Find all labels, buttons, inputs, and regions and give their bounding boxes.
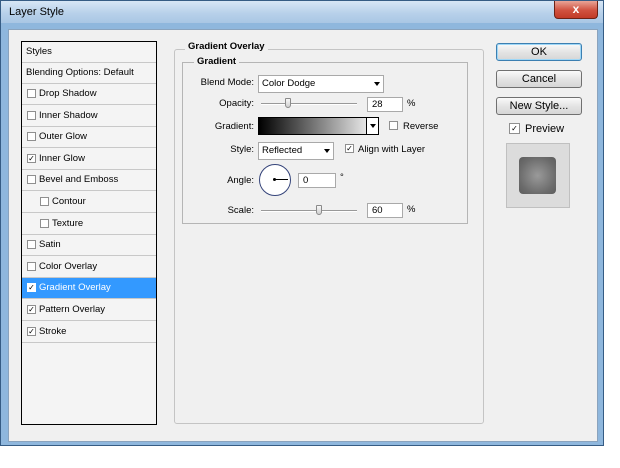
style-item-label: Stroke — [39, 325, 67, 337]
close-button[interactable]: x — [554, 1, 598, 19]
blending-options-label: Blending Options: Default — [26, 67, 134, 78]
style-item-label: Gradient Overlay — [39, 282, 111, 294]
style-item-label: Pattern Overlay — [39, 304, 105, 315]
opacity-slider-track[interactable] — [261, 103, 357, 105]
style-item-checkbox[interactable] — [27, 110, 36, 120]
title-bar[interactable]: Layer Style x — [1, 1, 603, 23]
style-item-label: Inner Glow — [39, 152, 85, 164]
style-item-checkbox[interactable]: ✓ — [27, 153, 36, 163]
style-item-bevel-and-emboss[interactable]: Bevel and Emboss — [22, 170, 156, 192]
style-item-checkbox[interactable]: ✓ — [27, 305, 36, 314]
style-item-satin[interactable]: Satin — [22, 235, 156, 257]
style-item-pattern-overlay[interactable]: ✓ Pattern Overlay — [22, 300, 156, 321]
style-item-label: Satin — [39, 239, 61, 251]
chevron-down-icon — [369, 124, 376, 128]
style-item-label: Drop Shadow — [39, 88, 97, 99]
preview-label: Preview — [525, 123, 565, 135]
scale-unit: % — [407, 204, 416, 215]
style-item-inner-glow[interactable]: ✓ Inner Glow — [22, 149, 156, 170]
preview-thumbnail — [519, 157, 556, 194]
style-item-checkbox[interactable]: ✓ — [27, 283, 36, 293]
style-item-checkbox[interactable] — [40, 197, 49, 206]
style-item-label: Bevel and Emboss — [39, 174, 119, 186]
opacity-unit: % — [407, 98, 416, 109]
styles-header[interactable]: Styles — [22, 42, 156, 63]
opacity-label: Opacity: — [219, 98, 254, 109]
style-item-label: Inner Shadow — [39, 109, 98, 121]
gradient-group-title: Gradient — [194, 56, 240, 67]
style-item-color-overlay[interactable]: Color Overlay — [22, 257, 156, 278]
style-item-label: Texture — [52, 217, 84, 229]
angle-label: Angle: — [227, 175, 254, 186]
style-item-checkbox[interactable] — [40, 218, 49, 228]
opacity-input[interactable]: 28 — [367, 97, 403, 112]
scale-label: Scale: — [227, 205, 254, 216]
style-item-checkbox[interactable] — [27, 175, 36, 185]
blending-options-item[interactable]: Blending Options: Default — [22, 63, 156, 84]
style-item-label: Outer Glow — [39, 131, 88, 143]
style-item-gradient-overlay[interactable]: ✓ Gradient Overlay — [22, 278, 156, 300]
style-dropdown[interactable]: Reflected — [258, 142, 334, 160]
styles-list: Styles Blending Options: Default Drop Sh… — [21, 41, 157, 425]
angle-center-dot — [273, 178, 276, 181]
scale-slider-track[interactable] — [261, 210, 357, 212]
angle-unit: ° — [340, 172, 344, 183]
style-item-label: Contour — [52, 196, 86, 207]
new-style-button[interactable]: New Style... — [496, 97, 582, 115]
reverse-label: Reverse — [403, 121, 439, 132]
gradient-dropdown-button[interactable] — [366, 117, 379, 135]
gradient-picker[interactable] — [258, 117, 379, 135]
styles-header-label: Styles — [26, 46, 52, 57]
style-item-checkbox[interactable] — [27, 240, 36, 250]
ok-button[interactable]: OK — [496, 43, 582, 61]
blend-mode-dropdown[interactable]: Color Dodge — [258, 75, 384, 93]
style-item-checkbox[interactable] — [27, 132, 36, 142]
style-item-texture[interactable]: Texture — [22, 214, 156, 235]
blend-mode-value: Color Dodge — [262, 78, 316, 89]
style-value: Reflected — [262, 145, 303, 156]
align-with-layer-label: Align with Layer — [358, 144, 426, 155]
gradient-overlay-title: Gradient Overlay — [185, 41, 268, 52]
style-item-drop-shadow[interactable]: Drop Shadow — [22, 84, 156, 105]
style-item-checkbox[interactable]: ✓ — [27, 326, 36, 336]
style-item-label: Color Overlay — [39, 260, 98, 272]
style-item-contour[interactable]: Contour — [22, 192, 156, 213]
scale-slider-thumb[interactable] — [315, 205, 322, 215]
chevron-down-icon — [324, 149, 330, 153]
align-with-layer-checkbox[interactable]: ✓ — [345, 144, 354, 153]
style-label: Style: — [230, 144, 254, 155]
chevron-down-icon — [374, 82, 380, 86]
style-item-outer-glow[interactable]: Outer Glow — [22, 127, 156, 149]
angle-needle — [274, 179, 288, 180]
style-item-inner-shadow[interactable]: Inner Shadow — [22, 106, 156, 127]
style-item-checkbox[interactable] — [27, 261, 36, 271]
style-item-stroke[interactable]: ✓ Stroke — [22, 322, 156, 343]
gradient-label: Gradient: — [214, 121, 254, 132]
blend-mode-label: Blend Mode: — [200, 77, 254, 88]
angle-dial[interactable] — [259, 164, 291, 196]
window-title: Layer Style — [9, 6, 65, 18]
reverse-checkbox[interactable] — [389, 121, 398, 130]
style-item-checkbox[interactable] — [27, 89, 36, 98]
scale-input[interactable]: 60 — [367, 203, 403, 218]
opacity-slider-thumb[interactable] — [284, 98, 291, 108]
cancel-button[interactable]: Cancel — [496, 70, 582, 88]
preview-checkbox[interactable]: ✓ — [509, 123, 520, 134]
angle-input[interactable]: 0 — [298, 173, 336, 188]
